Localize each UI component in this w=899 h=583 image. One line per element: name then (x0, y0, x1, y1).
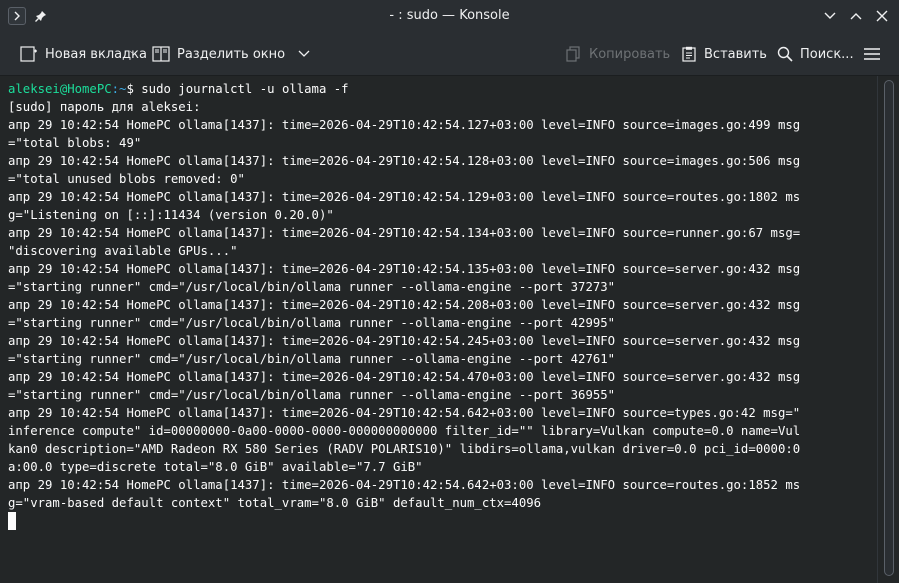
minimize-icon[interactable] (821, 7, 839, 25)
scrollbar[interactable] (877, 76, 899, 583)
terminal-line: g="vram-based default context" total_vra… (8, 496, 542, 510)
new-tab-icon (20, 46, 37, 62)
terminal-output[interactable]: aleksei@HomePC:~$ sudo journalctl -u oll… (0, 76, 877, 583)
hamburger-menu-button[interactable] (864, 42, 880, 66)
paste-button[interactable]: Вставить (681, 42, 767, 66)
split-view-icon (152, 46, 170, 62)
terminal-line: апр 29 10:42:54 HomePC ollama[1437]: tim… (8, 370, 801, 384)
terminal-line: "discovering available GPUs..." (8, 244, 238, 258)
prompt-line: aleksei@HomePC:~$ sudo journalctl -u oll… (8, 80, 877, 98)
split-view-button[interactable]: Разделить окно (152, 42, 310, 66)
split-view-label: Разделить окно (177, 46, 286, 62)
terminal-line: g="Listening on [::]:11434 (version 0.20… (8, 208, 334, 222)
window-title: - : sudo — Konsole (389, 8, 510, 23)
terminal-line: апр 29 10:42:54 HomePC ollama[1437]: tim… (8, 226, 801, 240)
terminal-line: ="starting runner" cmd="/usr/local/bin/o… (8, 388, 616, 402)
scrollbar-track[interactable] (884, 80, 894, 576)
terminal-line: ="starting runner" cmd="/usr/local/bin/o… (8, 280, 616, 294)
terminal-line: [sudo] пароль для aleksei: (8, 100, 201, 114)
text-cursor (8, 512, 16, 530)
terminal-line: апр 29 10:42:54 HomePC ollama[1437]: tim… (8, 190, 801, 204)
paste-icon (682, 46, 696, 62)
terminal-line: апр 29 10:42:54 HomePC ollama[1437]: tim… (8, 478, 801, 492)
find-label: Поиск... (800, 46, 854, 62)
terminal-line: апр 29 10:42:54 HomePC ollama[1437]: tim… (8, 298, 801, 312)
terminal-line: ="total unused blobs removed: 0" (8, 172, 245, 186)
terminal-line: апр 29 10:42:54 HomePC ollama[1437]: tim… (8, 334, 801, 348)
maximize-icon[interactable] (847, 7, 865, 25)
chevron-down-icon (298, 50, 310, 57)
terminal-line: ="starting runner" cmd="/usr/local/bin/o… (8, 352, 616, 366)
prompt-command: $ sudo journalctl -u ollama -f (126, 82, 349, 96)
close-icon[interactable] (873, 7, 891, 25)
terminal-line: kan0 description="AMD Radeon RX 580 Seri… (8, 442, 801, 456)
new-tab-dropdown-icon[interactable]: ⌄ (128, 46, 136, 56)
prompt-user: aleksei@HomePC (8, 82, 112, 96)
terminal-line: ="starting runner" cmd="/usr/local/bin/o… (8, 316, 616, 330)
terminal-line: апр 29 10:42:54 HomePC ollama[1437]: tim… (8, 154, 801, 168)
terminal-line: ="total blobs: 49" (8, 136, 142, 150)
copy-label: Копировать (589, 46, 671, 62)
terminal-line: апр 29 10:42:54 HomePC ollama[1437]: tim… (8, 406, 801, 420)
copy-button[interactable]: Копировать (566, 42, 670, 66)
title-bar: - : sudo — Konsole (0, 0, 899, 32)
terminal-line: a:00.0 type=discrete total="8.0 GiB" ava… (8, 460, 423, 474)
search-icon (777, 46, 793, 62)
hamburger-menu-icon (864, 48, 880, 60)
terminal-line: апр 29 10:42:54 HomePC ollama[1437]: tim… (8, 262, 801, 276)
cursor-line (8, 512, 877, 530)
toolbar: Новая вкладка ⌄ Разделить окно Копироват… (0, 32, 899, 76)
paste-label: Вставить (704, 46, 767, 62)
copy-icon (566, 46, 580, 62)
terminal-line: апр 29 10:42:54 HomePC ollama[1437]: tim… (8, 118, 801, 132)
terminal-line: inference compute" id=00000000-0a00-0000… (8, 424, 801, 438)
prompt-path: :~ (111, 82, 127, 96)
find-button[interactable]: Поиск... (777, 42, 854, 66)
